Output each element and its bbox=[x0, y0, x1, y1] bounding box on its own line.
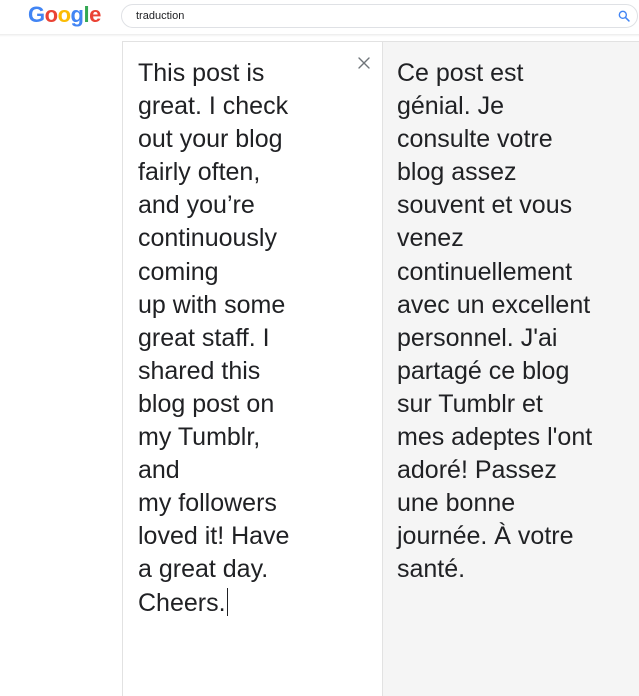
source-textarea[interactable]: This post is great. I check out your blo… bbox=[138, 57, 343, 620]
logo-letter: e bbox=[89, 2, 101, 27]
target-pane: Ce post est génial. Je consulte votre bl… bbox=[383, 42, 639, 696]
logo-letter: G bbox=[28, 2, 45, 27]
google-logo[interactable]: Google bbox=[28, 2, 101, 28]
search-icon[interactable] bbox=[617, 9, 631, 23]
logo-letter: o bbox=[57, 2, 71, 27]
logo-letter: g bbox=[70, 2, 84, 27]
text-cursor bbox=[226, 587, 228, 616]
search-input[interactable] bbox=[136, 8, 596, 24]
translated-text: Ce post est génial. Je consulte votre bl… bbox=[397, 59, 593, 584]
top-bar: Google bbox=[0, 0, 639, 35]
source-text: This post is great. I check out your blo… bbox=[138, 59, 290, 617]
header-shadow bbox=[0, 34, 639, 37]
source-pane[interactable]: This post is great. I check out your blo… bbox=[123, 42, 383, 696]
search-box[interactable] bbox=[121, 4, 638, 28]
close-icon[interactable] bbox=[355, 54, 373, 72]
translate-panel: This post is great. I check out your blo… bbox=[122, 41, 639, 696]
logo-letter: o bbox=[44, 2, 58, 27]
